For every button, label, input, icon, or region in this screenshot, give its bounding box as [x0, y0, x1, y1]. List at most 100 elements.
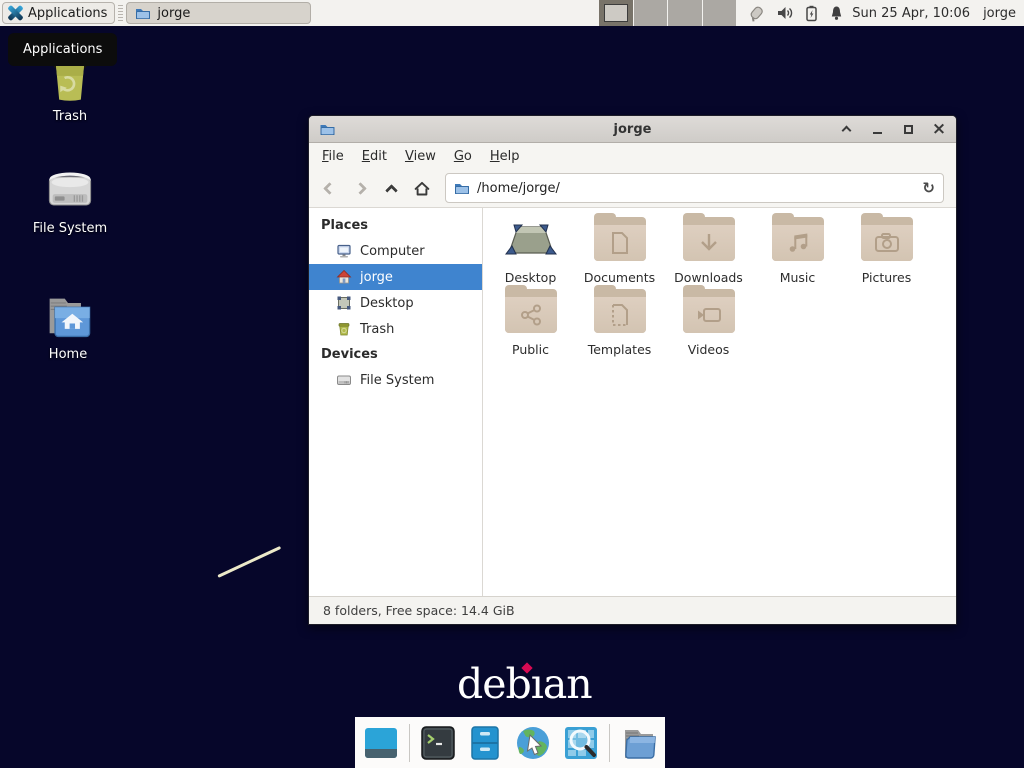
forward-button[interactable]	[352, 180, 368, 196]
sidebar-item-label: File System	[360, 373, 434, 388]
file-item-label: Music	[753, 270, 842, 285]
maximize-button[interactable]	[901, 122, 915, 136]
workspace-2[interactable]	[634, 0, 669, 26]
download-arrow-icon	[697, 231, 721, 255]
shade-button[interactable]	[839, 122, 853, 136]
window-controls: ×	[839, 122, 946, 136]
stray-line-artifact	[217, 546, 281, 578]
mouse-icon[interactable]	[747, 5, 766, 22]
debian-logo: debıan	[457, 660, 592, 708]
workspace-switcher	[599, 0, 737, 26]
file-manager-window: jorge × File Edit View Go Help	[308, 115, 957, 625]
gray-blue-folder-icon	[619, 724, 659, 762]
workspace-4[interactable]	[703, 0, 738, 26]
drive-mini-icon	[336, 372, 352, 388]
hard-drive-icon	[44, 168, 96, 216]
menu-file[interactable]: File	[313, 145, 353, 168]
workspace-3[interactable]	[668, 0, 703, 26]
taskbar-window-button[interactable]: jorge	[126, 2, 311, 24]
workspace-1[interactable]	[599, 0, 634, 26]
menu-go[interactable]: Go	[445, 145, 481, 168]
file-item-label: Downloads	[664, 270, 753, 285]
sidebar-item-computer[interactable]: Computer	[309, 238, 482, 264]
xfce-applications-icon	[7, 5, 23, 21]
desktop-icon-home[interactable]: Home	[16, 292, 120, 362]
address-path[interactable]: /home/jorge/	[477, 181, 915, 196]
address-folder-icon	[454, 180, 470, 196]
panel-user-label[interactable]: jorge	[983, 6, 1016, 21]
menu-view[interactable]: View	[396, 145, 445, 168]
template-document-icon	[609, 303, 631, 327]
top-panel: Applications jorge	[0, 0, 1024, 26]
window-content: Places Computer jorge	[309, 208, 956, 596]
dock-file-manager-button[interactable]	[466, 724, 504, 762]
file-item-templates[interactable]: Templates	[575, 289, 664, 357]
file-item-desktop[interactable]: Desktop	[486, 217, 575, 285]
address-bar[interactable]: /home/jorge/ ↻	[445, 173, 944, 203]
dock-app-finder-button[interactable]	[562, 724, 600, 762]
file-item-public[interactable]: Public	[486, 289, 575, 357]
app-finder-icon	[562, 724, 600, 762]
workspace-window-thumb	[604, 4, 628, 22]
panel-clock[interactable]: Sun 25 Apr, 10:06	[852, 6, 970, 21]
music-notes-icon	[786, 231, 810, 255]
file-item-pictures[interactable]: Pictures	[842, 217, 931, 285]
file-item-label: Documents	[575, 270, 664, 285]
window-titlebar[interactable]: jorge ×	[309, 116, 956, 143]
desktop-icon-file-system[interactable]: File System	[18, 168, 122, 236]
battery-charging-icon[interactable]	[805, 5, 818, 22]
home-red-roof-icon	[336, 269, 352, 285]
file-item-music[interactable]: Music	[753, 217, 842, 285]
home-icon	[414, 179, 430, 198]
file-item-label: Videos	[664, 342, 753, 357]
terminal-icon	[419, 724, 457, 762]
blue-folder-icon	[135, 5, 151, 21]
reload-icon[interactable]: ↻	[922, 179, 935, 197]
notifications-bell-icon[interactable]	[829, 5, 844, 21]
back-button[interactable]	[321, 180, 337, 196]
file-cabinet-icon	[466, 724, 504, 762]
menu-bar: File Edit View Go Help	[309, 143, 956, 169]
sidebar-item-label: Desktop	[360, 296, 414, 311]
file-item-documents[interactable]: Documents	[575, 217, 664, 285]
show-desktop-icon	[362, 724, 400, 762]
taskbar-window-label: jorge	[157, 6, 190, 21]
file-item-downloads[interactable]: Downloads	[664, 217, 753, 285]
applications-menu-button[interactable]: Applications	[2, 2, 115, 24]
sidebar-item-label: Trash	[360, 322, 394, 337]
dock	[355, 717, 665, 768]
desktop-icon-label: Home	[16, 347, 120, 362]
document-icon	[609, 231, 631, 255]
sidebar: Places Computer jorge	[309, 208, 483, 596]
file-item-label: Templates	[575, 342, 664, 357]
dock-show-desktop-button[interactable]	[362, 724, 400, 762]
up-button[interactable]	[383, 180, 399, 196]
file-grid: Desktop Documents Downloads	[483, 208, 956, 596]
sidebar-item-label: Computer	[360, 244, 425, 259]
sidebar-item-jorge[interactable]: jorge	[309, 264, 482, 290]
share-nodes-icon	[519, 303, 543, 327]
menu-edit[interactable]: Edit	[353, 145, 396, 168]
dock-separator	[409, 724, 410, 762]
camera-icon	[874, 232, 900, 254]
sidebar-header-devices: Devices	[309, 342, 482, 367]
sidebar-item-trash[interactable]: Trash	[309, 316, 482, 342]
menu-help[interactable]: Help	[481, 145, 529, 168]
dock-terminal-button[interactable]	[419, 724, 457, 762]
close-button[interactable]: ×	[932, 122, 946, 136]
video-camera-icon	[696, 305, 722, 325]
desktop-icon-label: Trash	[18, 109, 122, 124]
desktop-mini-icon	[336, 295, 352, 311]
dock-directory-menu-button[interactable]	[619, 724, 659, 762]
minimize-button[interactable]	[870, 122, 884, 136]
applications-tooltip: Applications	[8, 33, 117, 66]
sidebar-item-desktop[interactable]: Desktop	[309, 290, 482, 316]
sidebar-header-places: Places	[309, 213, 482, 238]
sidebar-item-file-system[interactable]: File System	[309, 367, 482, 393]
file-item-videos[interactable]: Videos	[664, 289, 753, 357]
home-button[interactable]	[414, 180, 430, 196]
volume-icon[interactable]	[777, 5, 794, 21]
dock-web-browser-button[interactable]	[513, 723, 553, 763]
file-item-label: Public	[486, 342, 575, 357]
web-browser-globe-icon	[513, 723, 553, 763]
